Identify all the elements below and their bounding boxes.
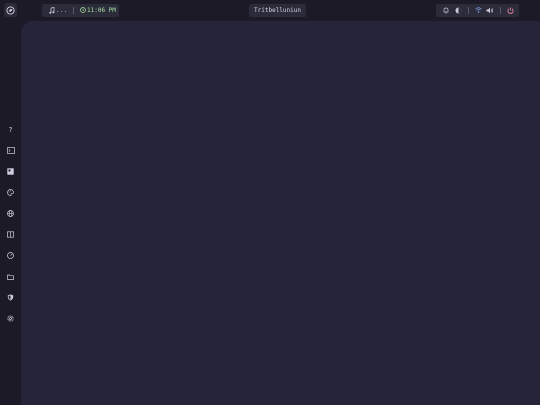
sidebar-item-terminal[interactable] (5, 145, 16, 156)
editor-icon (7, 168, 14, 175)
gauge-icon (7, 252, 14, 259)
volume-icon[interactable] (486, 7, 494, 14)
clock-time: 11:06 PM (87, 7, 116, 14)
sidebar-item-security[interactable] (5, 292, 16, 303)
divider (500, 7, 501, 14)
divider (468, 7, 469, 14)
wifi-icon[interactable] (475, 7, 482, 13)
sidebar-item-monitor[interactable] (5, 250, 16, 261)
gear-icon (7, 315, 14, 322)
workspace-title-text: Tritbelluniun (254, 7, 301, 14)
top-bar: ... 11:06 PM Tritbelluniun (0, 0, 540, 21)
globe-icon (7, 210, 14, 217)
desktop: ... 11:06 PM Tritbelluniun ? (0, 0, 540, 405)
media-clock-widget[interactable]: ... 11:06 PM (42, 4, 119, 17)
workspace-area[interactable] (21, 21, 540, 405)
sidebar-item-help[interactable]: ? (5, 124, 16, 135)
clock-icon (80, 7, 86, 13)
palette-icon (7, 189, 14, 196)
sidebar: ? (0, 21, 21, 405)
logo-icon (6, 5, 15, 15)
media-title: ... (56, 7, 68, 14)
sidebar-item-palette[interactable] (5, 187, 16, 198)
sidebar-item-browser[interactable] (5, 208, 16, 219)
divider (73, 7, 74, 14)
sidebar-item-settings[interactable] (5, 313, 16, 324)
terminal-icon (6, 147, 15, 154)
sidebar-item-files[interactable] (5, 271, 16, 282)
shield-icon (7, 294, 14, 301)
question-icon: ? (8, 125, 13, 134)
launcher-button[interactable] (4, 3, 17, 17)
sidebar-item-reader[interactable] (5, 229, 16, 240)
power-icon[interactable] (507, 7, 514, 14)
book-icon (7, 231, 14, 238)
music-note-icon (49, 7, 55, 14)
folder-icon (7, 274, 14, 280)
theme-icon[interactable] (455, 7, 462, 14)
notification-icon[interactable] (443, 7, 449, 14)
workspace-title[interactable]: Tritbelluniun (249, 4, 306, 17)
sidebar-item-editor[interactable] (5, 166, 16, 177)
system-tray (436, 4, 519, 17)
